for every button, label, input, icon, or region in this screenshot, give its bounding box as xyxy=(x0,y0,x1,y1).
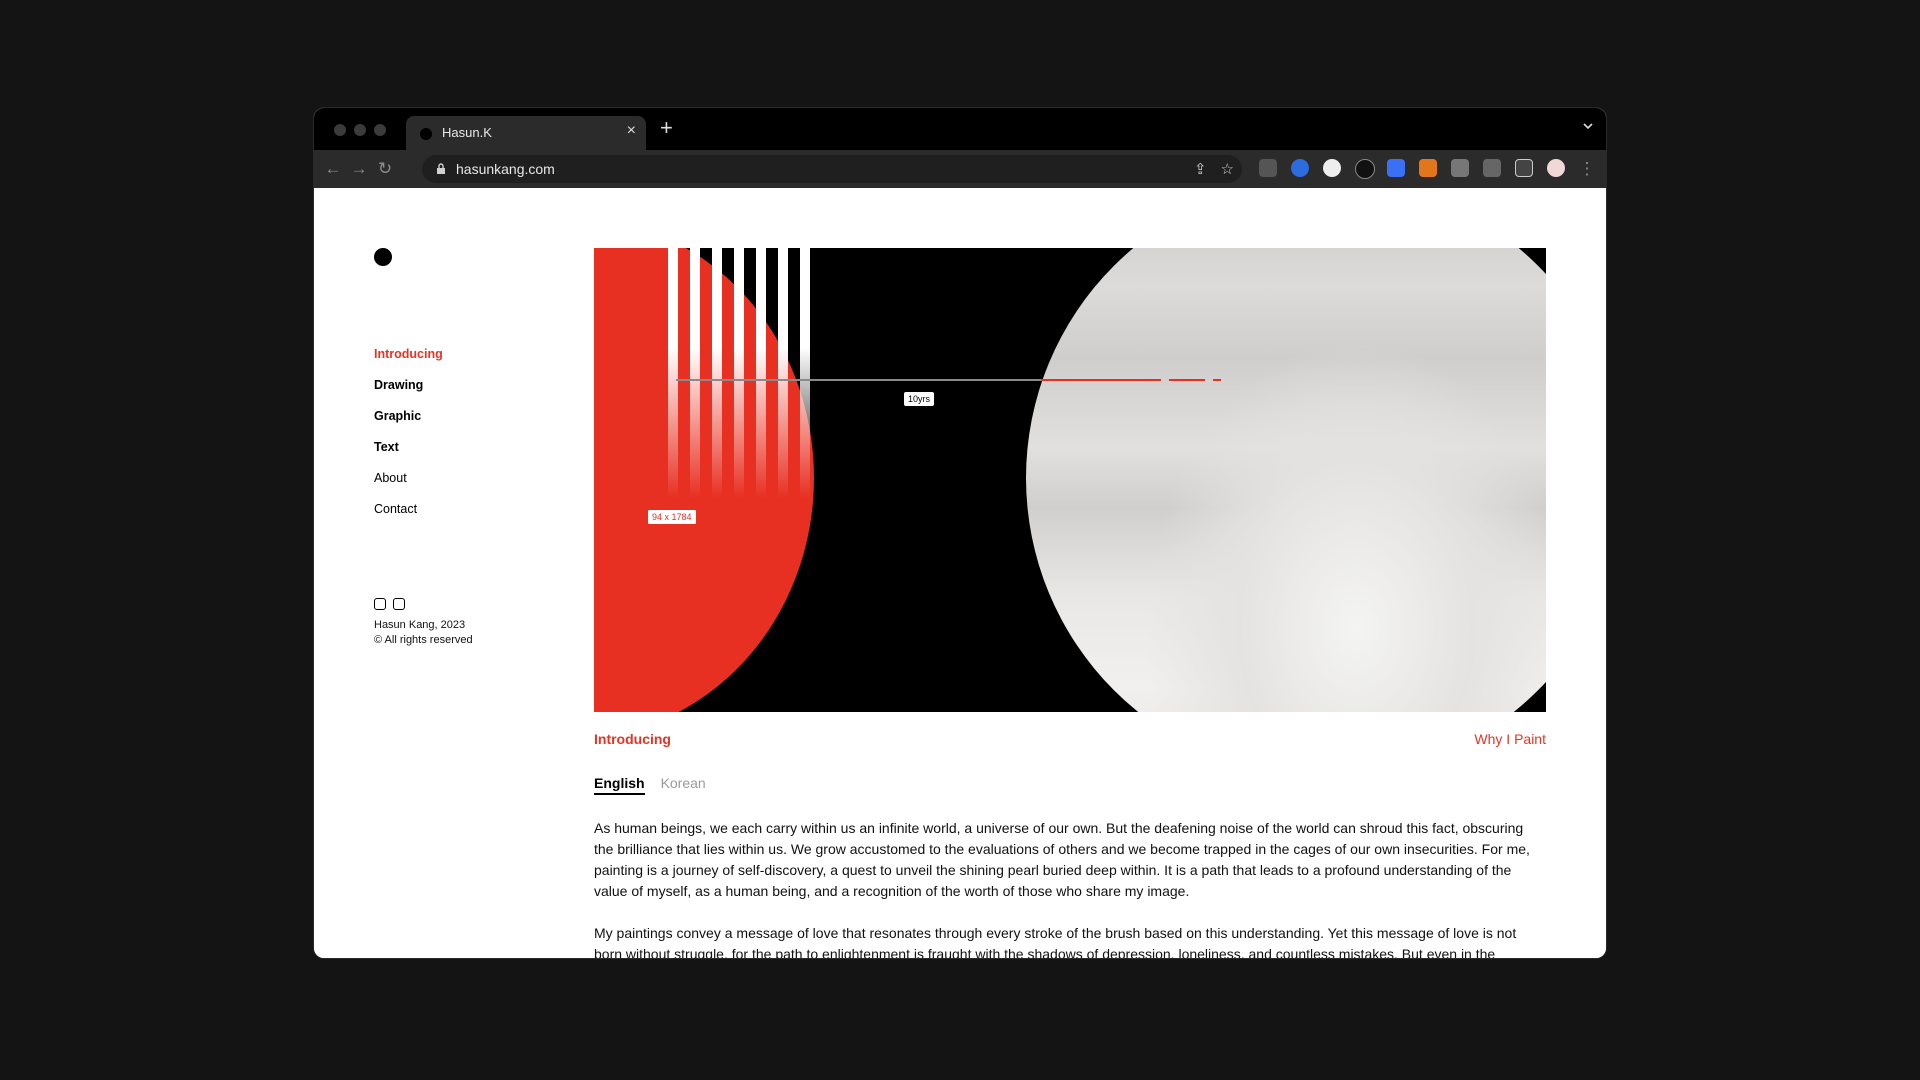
extensions-puzzle-icon[interactable] xyxy=(1451,159,1469,177)
minimize-window-button[interactable] xyxy=(354,124,366,136)
browser-toolbar: ← → ↻ hasunkang.com ⇪ ☆ ⋮ xyxy=(314,150,1606,188)
browser-window: Hasun.K × + ← → ↻ hasunkang.com ⇪ ☆ ⋮ In… xyxy=(314,108,1606,958)
footer-credit: Hasun Kang, 2023 © All rights reserved xyxy=(374,618,473,648)
extension-fox-icon[interactable] xyxy=(1419,159,1437,177)
behance-icon[interactable] xyxy=(393,598,405,610)
extension-react-icon[interactable] xyxy=(1291,159,1309,177)
tab-english[interactable]: English xyxy=(594,775,645,795)
lock-icon xyxy=(437,163,445,174)
extension-pen-icon[interactable] xyxy=(1259,159,1277,177)
paragraph: My paintings convey a message of love th… xyxy=(594,925,1517,958)
statement-text: As human beings, we each carry within us… xyxy=(594,818,1546,958)
tab-korean[interactable]: Korean xyxy=(661,775,706,795)
tab-title: Hasun.K xyxy=(442,125,492,140)
timeline-red-segment xyxy=(1213,379,1221,381)
share-icon[interactable]: ⇪ xyxy=(1194,160,1207,178)
new-tab-icon[interactable]: + xyxy=(660,117,673,139)
window-controls xyxy=(334,124,386,136)
size-tag: 94 x 1784 xyxy=(647,509,697,525)
side-panel-icon[interactable] xyxy=(1515,159,1533,177)
bookmark-star-icon[interactable]: ☆ xyxy=(1221,160,1234,178)
section-title: Introducing xyxy=(594,731,671,747)
tab-bar: Hasun.K × + xyxy=(314,108,1606,150)
back-icon[interactable]: ← xyxy=(322,158,344,180)
nav-about[interactable]: About xyxy=(374,470,443,501)
social-links xyxy=(374,598,405,610)
nav-graphic[interactable]: Graphic xyxy=(374,408,443,439)
timeline-red-segment xyxy=(1041,379,1161,381)
ink-painting-circle xyxy=(1026,248,1546,712)
favicon-icon xyxy=(420,128,432,140)
close-tab-icon[interactable]: × xyxy=(627,122,636,140)
tab-search-chevron-icon[interactable] xyxy=(1582,120,1594,132)
hero-artwork: 10yrs 94 x 1784 xyxy=(594,248,1546,712)
web-page: Introducing Drawing Graphic Text About C… xyxy=(314,188,1606,958)
profile-avatar[interactable] xyxy=(1547,159,1565,177)
extension-blue-icon[interactable] xyxy=(1387,159,1405,177)
address-bar[interactable]: hasunkang.com ⇪ ☆ xyxy=(422,155,1242,183)
extension-play-icon[interactable] xyxy=(1323,159,1341,177)
language-tabs: English Korean xyxy=(594,775,706,795)
credit-line: Hasun Kang, 2023 xyxy=(374,619,466,631)
white-stripes xyxy=(668,248,818,498)
timeline-red-segment xyxy=(1169,379,1205,381)
nav-contact[interactable]: Contact xyxy=(374,501,443,532)
copyright-line: © All rights reserved xyxy=(374,634,473,646)
more-menu-icon[interactable]: ⋮ xyxy=(1576,158,1598,180)
instagram-icon[interactable] xyxy=(374,598,386,610)
site-logo[interactable] xyxy=(374,248,392,266)
paragraph: As human beings, we each carry within us… xyxy=(594,820,1530,899)
reload-icon[interactable]: ↻ xyxy=(374,158,396,180)
forward-icon[interactable]: → xyxy=(348,158,370,180)
maximize-window-button[interactable] xyxy=(374,124,386,136)
sidebar-nav: Introducing Drawing Graphic Text About C… xyxy=(374,346,443,532)
reading-list-icon[interactable] xyxy=(1483,159,1501,177)
nav-introducing[interactable]: Introducing xyxy=(374,346,443,377)
extension-circle-icon[interactable] xyxy=(1355,159,1375,179)
nav-drawing[interactable]: Drawing xyxy=(374,377,443,408)
why-i-paint-link[interactable]: Why I Paint xyxy=(1474,731,1546,747)
nav-text[interactable]: Text xyxy=(374,439,443,470)
timeline-line xyxy=(676,379,1041,381)
years-tag: 10yrs xyxy=(904,392,935,406)
browser-tab[interactable]: Hasun.K × xyxy=(406,116,646,150)
close-window-button[interactable] xyxy=(334,124,346,136)
url-text: hasunkang.com xyxy=(456,161,555,177)
